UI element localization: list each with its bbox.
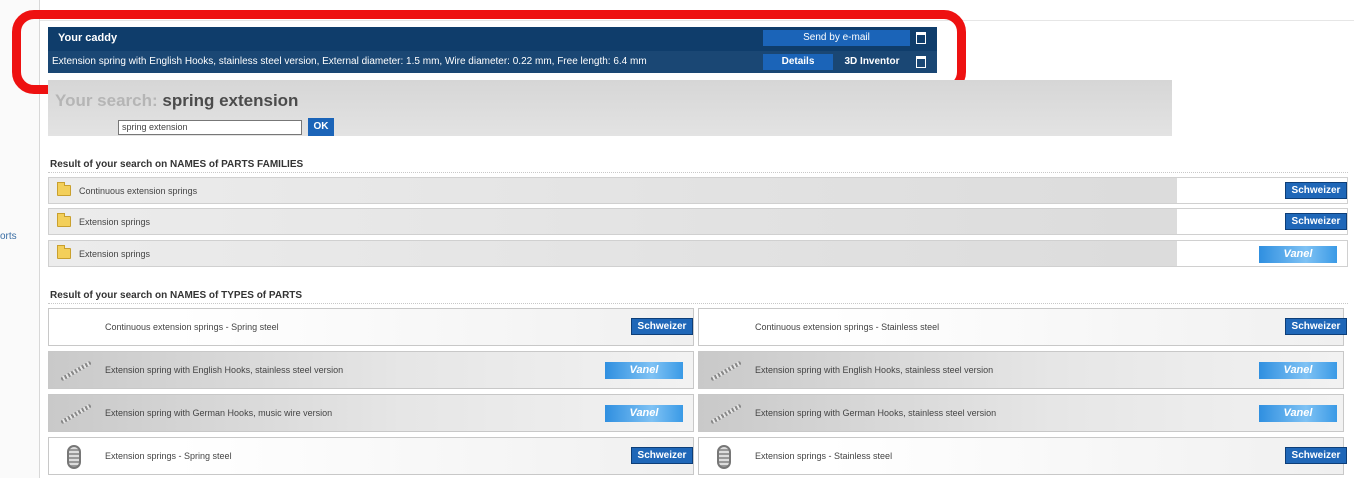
vanel-brand-button[interactable]: Vanel [1259, 405, 1337, 422]
part-type-label: Continuous extension springs - Stainless… [755, 322, 940, 332]
part-type-card[interactable]: Extension springs - Stainless steel Schw… [698, 437, 1347, 475]
part-type-card[interactable]: Continuous extension springs - Stainless… [698, 308, 1347, 346]
spring-diagonal-icon [705, 357, 745, 384]
part-type-card[interactable]: Extension spring with German Hooks, musi… [48, 394, 694, 432]
spring-diagonal-icon [55, 400, 95, 427]
family-label: Extension springs [79, 217, 151, 227]
part-type-label: Extension spring with English Hooks, sta… [755, 365, 994, 375]
families-section-title: Result of your search on NAMES of PARTS … [50, 159, 304, 170]
part-type-card[interactable]: Extension spring with English Hooks, sta… [698, 351, 1344, 389]
family-label: Continuous extension springs [79, 186, 198, 196]
section-divider [48, 172, 1348, 173]
sidebar-link[interactable]: orts [0, 231, 17, 242]
search-input[interactable]: spring extension [118, 120, 302, 135]
folder-icon [57, 245, 71, 259]
schweizer-brand-button[interactable]: Schweizer [1285, 182, 1347, 199]
search-label: Your search: [55, 91, 158, 110]
part-type-card[interactable]: Extension spring with German Hooks, stai… [698, 394, 1344, 432]
types-section-title: Result of your search on NAMES of TYPES … [50, 290, 303, 301]
part-type-label: Extension springs - Stainless steel [755, 451, 893, 461]
vanel-brand-button[interactable]: Vanel [1259, 246, 1337, 263]
search-heading: Your search: spring extension [55, 91, 298, 111]
folder-icon [57, 213, 71, 227]
search-term: spring extension [162, 91, 299, 110]
family-row[interactable]: Extension springs Vanel [48, 240, 1348, 267]
vanel-brand-button[interactable]: Vanel [1259, 362, 1337, 379]
schweizer-brand-button[interactable]: Schweizer [1285, 318, 1347, 335]
spring-coil-icon [55, 443, 95, 470]
section-divider [48, 303, 1348, 304]
schweizer-brand-button[interactable]: Schweizer [1285, 447, 1347, 464]
vanel-brand-button[interactable]: Vanel [605, 362, 683, 379]
family-label: Extension springs [79, 249, 151, 259]
schweizer-brand-button[interactable]: Schweizer [631, 318, 693, 335]
spring-diagonal-icon [55, 357, 95, 384]
part-type-card[interactable]: Continuous extension springs - Spring st… [48, 308, 694, 346]
spring-diagonal-icon [705, 400, 745, 427]
part-type-card[interactable]: Extension spring with English Hooks, sta… [48, 351, 694, 389]
schweizer-brand-button[interactable]: Schweizer [1285, 213, 1347, 230]
part-type-card[interactable]: Extension springs - Spring steel Schweiz… [48, 437, 694, 475]
folder-icon [57, 182, 71, 196]
schweizer-brand-button[interactable]: Schweizer [631, 447, 693, 464]
ok-button[interactable]: OK [308, 118, 334, 136]
part-type-label: Extension springs - Spring steel [105, 451, 232, 461]
spring-coil-icon [705, 443, 745, 470]
vanel-brand-button[interactable]: Vanel [605, 405, 683, 422]
family-row[interactable]: Continuous extension springs Schweizer [48, 177, 1348, 204]
part-type-label: Extension spring with German Hooks, musi… [105, 408, 333, 418]
part-type-label: Extension spring with English Hooks, sta… [105, 365, 344, 375]
family-row[interactable]: Extension springs Schweizer [48, 208, 1348, 235]
part-type-label: Extension spring with German Hooks, stai… [755, 408, 997, 418]
part-type-label: Continuous extension springs - Spring st… [105, 322, 279, 332]
